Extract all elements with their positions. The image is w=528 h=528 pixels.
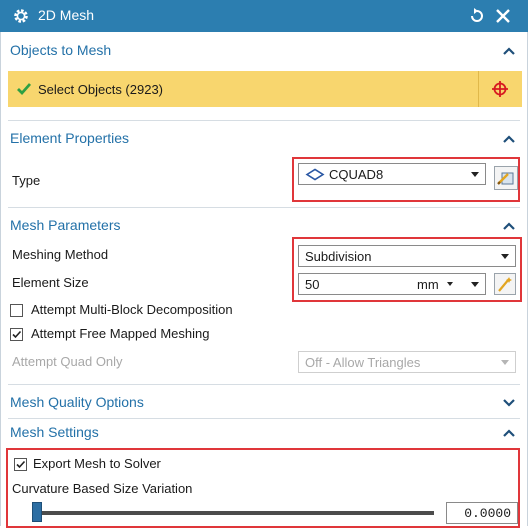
element-type-settings-button[interactable] <box>494 166 518 190</box>
quad-only-label: Attempt Quad Only <box>12 354 123 369</box>
section-mesh-parameters[interactable]: Mesh Parameters <box>8 213 520 239</box>
gear-icon[interactable] <box>12 7 30 25</box>
chevron-up-icon[interactable] <box>502 219 516 233</box>
element-size-unit[interactable]: mm <box>417 277 439 292</box>
separator <box>8 418 520 419</box>
unit-chevron-icon[interactable] <box>447 282 453 286</box>
checkmark-icon <box>16 460 26 469</box>
chevron-down-icon[interactable] <box>471 282 479 287</box>
meshing-method-dropdown[interactable]: Subdivision <box>298 245 516 267</box>
meshing-method-label: Meshing Method <box>12 247 109 262</box>
element-type-dropdown[interactable]: CQUAD8 <box>298 163 486 185</box>
curvature-slider-track[interactable] <box>40 511 434 515</box>
multi-block-label: Attempt Multi-Block Decomposition <box>31 302 233 317</box>
chevron-up-icon[interactable] <box>502 44 516 58</box>
meshing-method-value: Subdivision <box>305 249 372 264</box>
reset-icon[interactable] <box>468 7 486 25</box>
export-mesh-label: Export Mesh to Solver <box>33 456 161 471</box>
checkmark-icon <box>12 330 22 339</box>
multi-block-checkbox[interactable] <box>10 304 23 317</box>
cquad8-icon <box>305 168 325 181</box>
curvature-label: Curvature Based Size Variation <box>12 481 193 496</box>
checkmark-icon <box>17 83 32 96</box>
chevron-up-icon[interactable] <box>502 132 516 146</box>
curvature-value-input[interactable]: 0.0000 <box>446 502 518 524</box>
divider <box>478 71 479 107</box>
section-title: Mesh Quality Options <box>10 394 144 410</box>
select-objects-bar[interactable]: Select Objects (2923) <box>8 71 522 107</box>
window-title: 2D Mesh <box>38 7 95 23</box>
select-objects-label: Select Objects (2923) <box>38 82 164 97</box>
export-mesh-checkbox[interactable] <box>14 458 27 471</box>
type-label: Type <box>12 173 41 188</box>
section-mesh-quality-options[interactable]: Mesh Quality Options <box>8 390 520 416</box>
separator <box>8 120 520 121</box>
curvature-value: 0.0000 <box>464 506 511 521</box>
element-size-value: 50 <box>305 277 320 292</box>
chevron-down-icon <box>501 254 509 259</box>
curvature-slider-thumb[interactable] <box>32 502 42 522</box>
element-type-value: CQUAD8 <box>329 167 384 182</box>
magic-wand-icon <box>498 277 512 292</box>
element-type-icon <box>497 172 514 185</box>
quad-only-value: Off - Allow Triangles <box>305 355 421 370</box>
section-title: Objects to Mesh <box>10 42 112 58</box>
close-icon[interactable] <box>494 7 512 25</box>
chevron-down-icon <box>501 360 509 365</box>
auto-size-button[interactable] <box>494 273 516 295</box>
section-element-properties[interactable]: Element Properties <box>8 126 520 152</box>
separator <box>8 207 520 208</box>
chevron-up-icon[interactable] <box>502 426 516 440</box>
quad-only-dropdown: Off - Allow Triangles <box>298 351 516 373</box>
element-size-label: Element Size <box>12 275 89 290</box>
chevron-down-icon[interactable] <box>502 396 516 410</box>
separator <box>8 384 520 385</box>
free-mapped-checkbox[interactable] <box>10 328 23 341</box>
section-objects-to-mesh[interactable]: Objects to Mesh <box>8 38 520 64</box>
section-title: Mesh Parameters <box>10 217 121 233</box>
title-bar: 2D Mesh <box>0 0 528 32</box>
element-size-input[interactable]: 50 mm <box>298 273 486 295</box>
section-title: Element Properties <box>10 130 130 146</box>
section-title: Mesh Settings <box>10 424 99 440</box>
crosshair-icon[interactable] <box>491 80 509 98</box>
section-mesh-settings[interactable]: Mesh Settings <box>8 420 520 446</box>
free-mapped-label: Attempt Free Mapped Meshing <box>31 326 210 341</box>
chevron-down-icon <box>471 172 479 177</box>
